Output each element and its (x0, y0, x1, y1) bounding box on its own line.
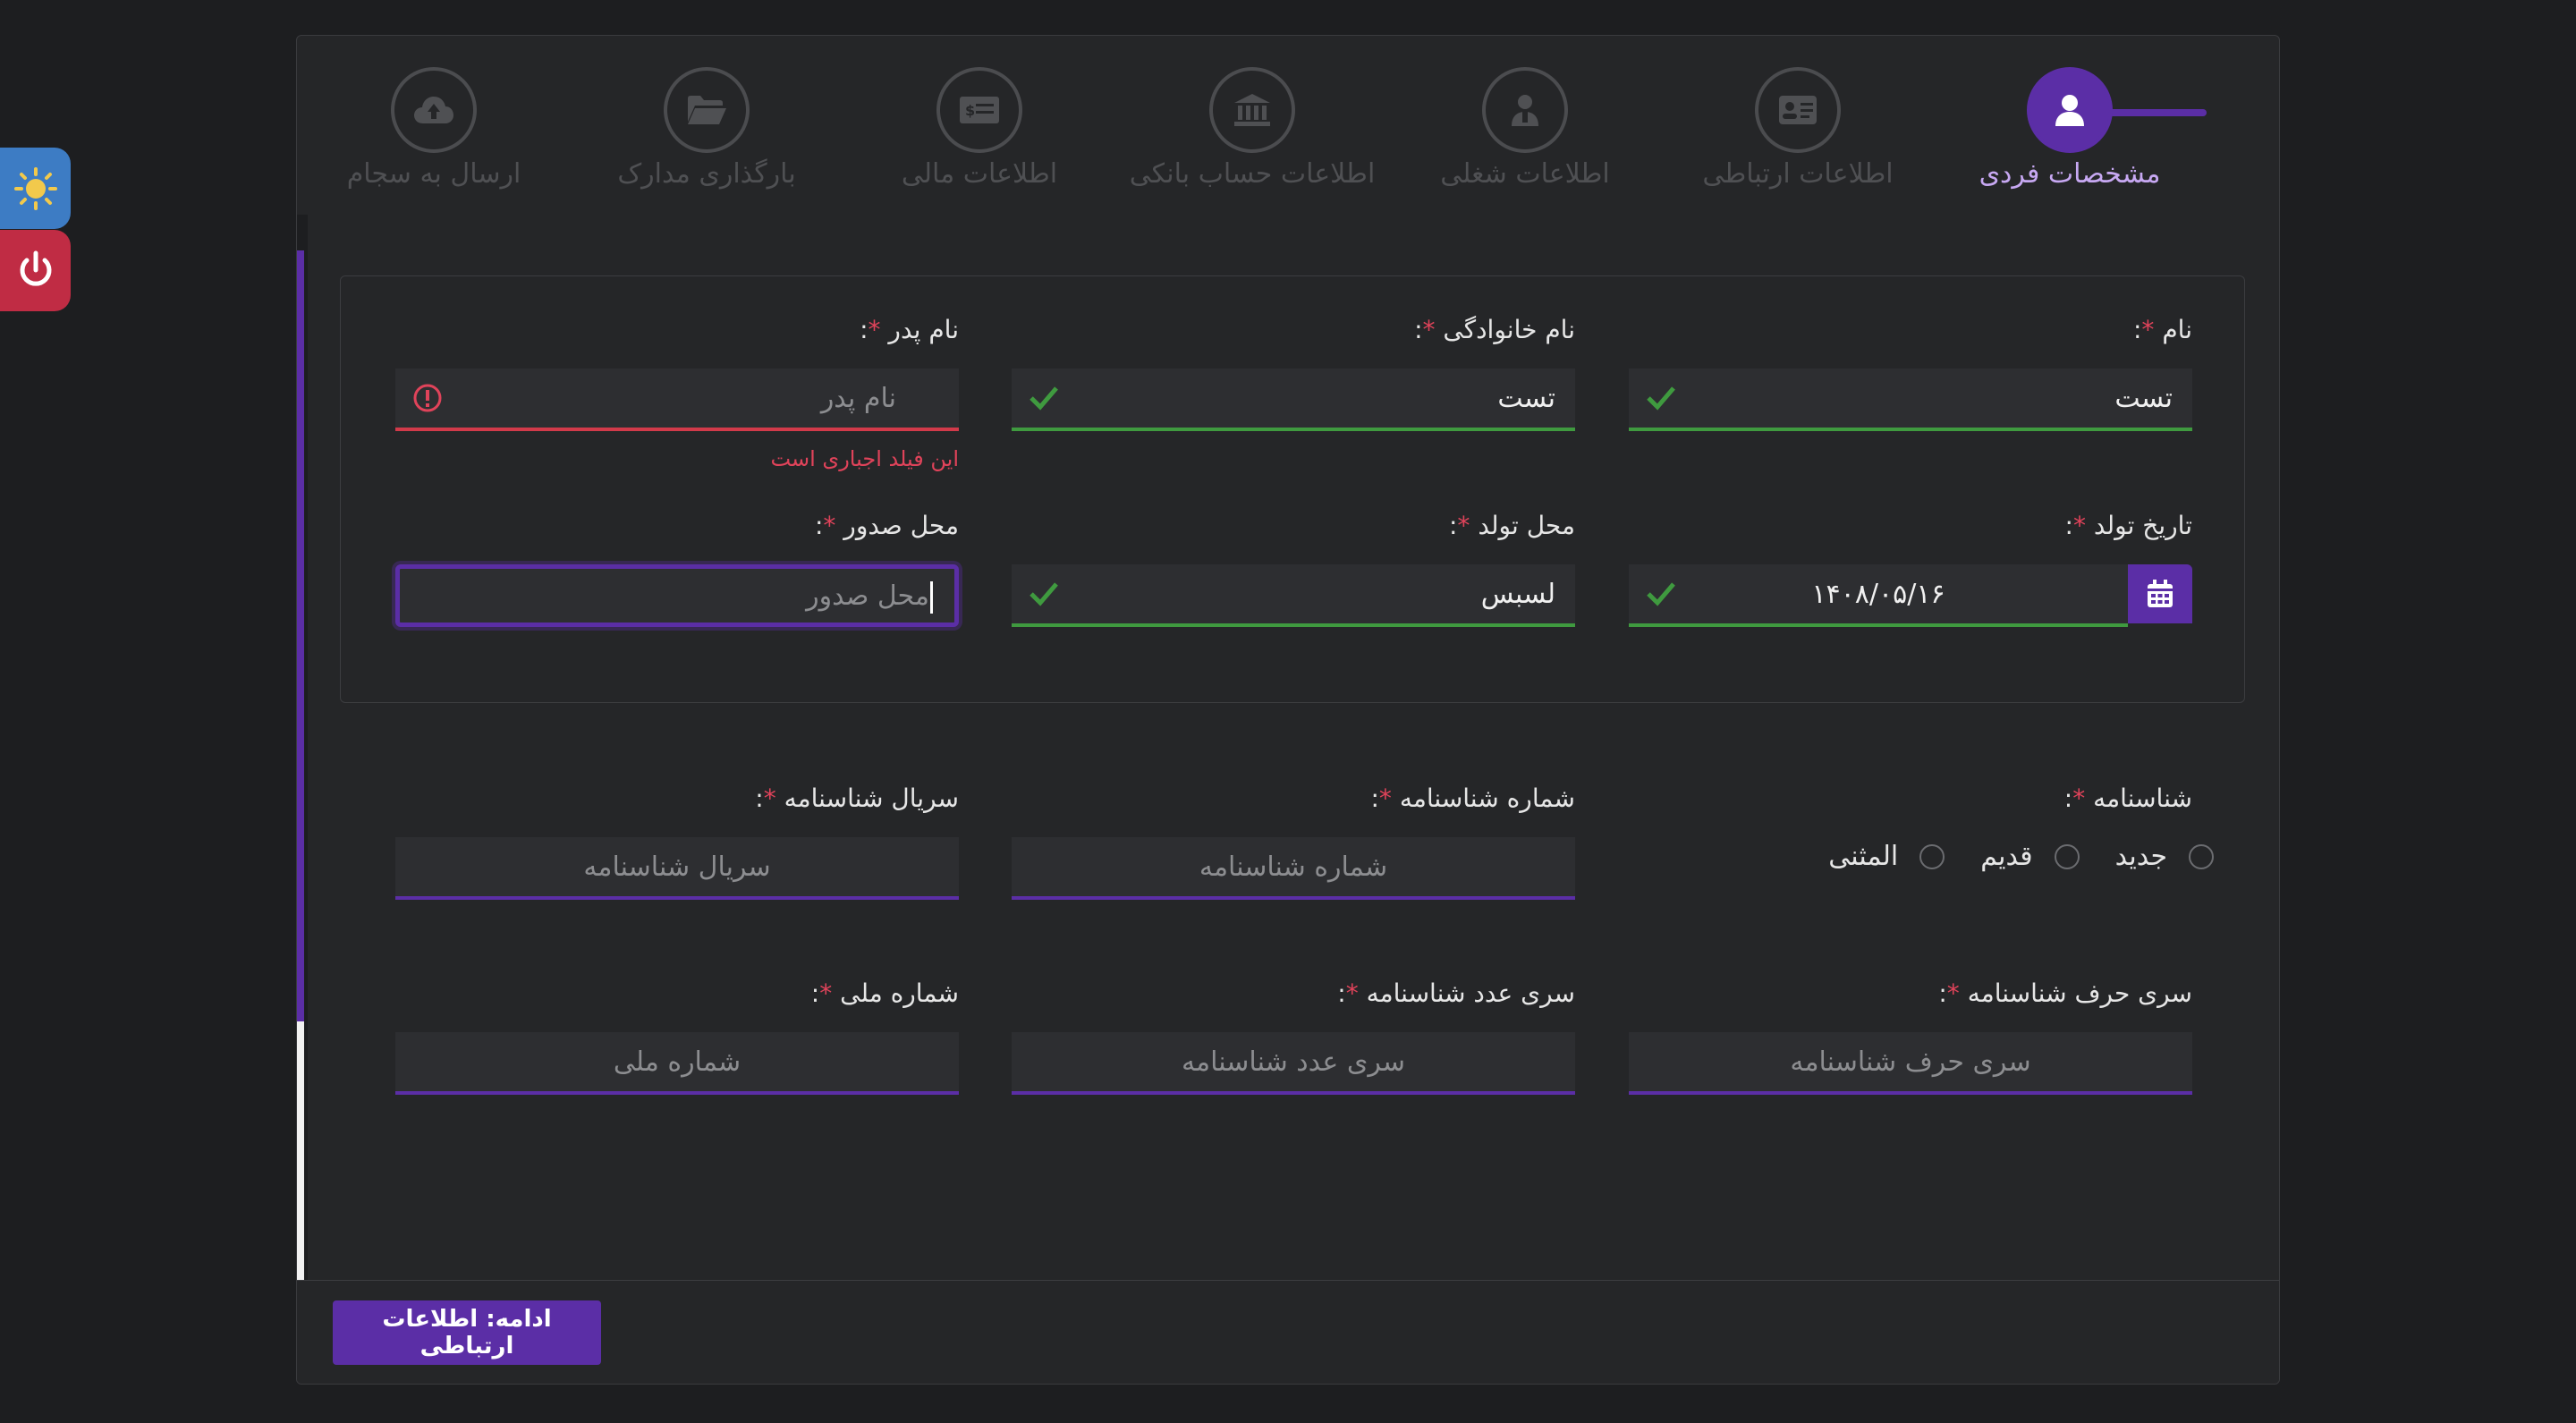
radio-button[interactable] (1919, 843, 1945, 869)
label-suffix: : (860, 315, 869, 344)
step-label: ارسال به سجام (346, 158, 521, 190)
father-name-error: این فیلد اجباری است (770, 446, 959, 471)
last-name-input[interactable] (1012, 368, 1575, 428)
radio-button[interactable] (2189, 843, 2214, 869)
wizard-footer: ادامه: اطلاعات ارتباطی (297, 1280, 2279, 1384)
step-label: مشخصات فردی (1979, 158, 2161, 190)
step-label: اطلاعات مالی (901, 158, 1058, 190)
step-financial-info[interactable]: $ اطلاعات مالی (845, 67, 1114, 190)
radio-option-old[interactable]: قدیم (1980, 841, 2080, 872)
personal-info-section (340, 275, 2245, 703)
field-label: تاریخ تولد (2093, 511, 2192, 540)
field-label: محل صدور (843, 511, 959, 540)
id-card-type-radio-group: جدید قدیم المثنی (1792, 841, 2214, 872)
check-icon (1030, 386, 1058, 411)
field-label: نام پدر (888, 315, 959, 344)
field-label: سریال شناسنامه (784, 783, 959, 813)
required-mark: * (819, 978, 833, 1008)
field-label: محل تولد (1478, 511, 1575, 540)
id-letter-series-input[interactable] (1629, 1032, 2192, 1091)
bank-icon (1234, 94, 1270, 126)
next-step-button[interactable]: ادامه: اطلاعات ارتباطی (333, 1300, 601, 1365)
field-label: سری عدد شناسنامه (1366, 978, 1575, 1008)
label-suffix: : (755, 783, 764, 813)
step-personal-info[interactable]: مشخصات فردی (1936, 67, 2204, 190)
job-icon (1512, 95, 1538, 126)
scrollbar-thumb[interactable] (297, 250, 304, 1021)
required-mark: * (2141, 315, 2155, 344)
contact-card-icon (1779, 96, 1817, 124)
id-number-input[interactable] (1012, 837, 1575, 896)
id-number-series-input[interactable] (1012, 1032, 1575, 1091)
cloud-upload-icon (414, 97, 453, 123)
first-name-input[interactable] (1629, 368, 2192, 428)
required-mark: * (1378, 783, 1392, 813)
required-mark: * (1946, 978, 1960, 1008)
folder-icon (688, 96, 726, 124)
radio-button[interactable] (2054, 843, 2080, 869)
radio-label: قدیم (1980, 841, 2033, 872)
step-bank-info[interactable]: اطلاعات حساب بانکی (1118, 67, 1386, 190)
label-suffix: : (1414, 315, 1423, 344)
label-suffix: : (810, 978, 820, 1008)
registration-wizard: مشخصات فردی اطلاعات ارتباطی اطلاعات شغلی… (296, 35, 2280, 1385)
required-mark: * (2072, 783, 2086, 813)
label-suffix: : (1370, 783, 1379, 813)
field-label: شناسنامه (2093, 783, 2192, 813)
father-name-input[interactable] (395, 368, 959, 428)
scrollbar-track (297, 1021, 304, 1297)
step-contact-info[interactable]: اطلاعات ارتباطی (1664, 67, 1932, 190)
field-label: شماره شناسنامه (1399, 783, 1575, 813)
theme-toggle-button[interactable] (0, 148, 71, 229)
label-suffix: : (814, 511, 824, 540)
required-mark: * (823, 511, 836, 540)
field-label: شماره ملی (840, 978, 959, 1008)
id-serial-input[interactable] (395, 837, 959, 896)
field-label: سری حرف شناسنامه (1967, 978, 2192, 1008)
issue-place-input[interactable] (400, 569, 954, 623)
wizard-steps: مشخصات فردی اطلاعات ارتباطی اطلاعات شغلی… (297, 36, 2279, 215)
form-scrollbar[interactable] (297, 215, 308, 1297)
radio-option-new[interactable]: جدید (2115, 841, 2214, 872)
label-suffix: : (2064, 511, 2073, 540)
calendar-button[interactable] (2128, 564, 2192, 623)
step-label: اطلاعات حساب بانکی (1129, 158, 1376, 190)
calendar-icon (2148, 580, 2173, 607)
logout-button[interactable] (0, 230, 71, 311)
step-upload-documents[interactable]: بارگذاری مدارک (572, 67, 841, 190)
required-mark: * (763, 783, 776, 813)
national-code-input[interactable] (395, 1032, 959, 1091)
power-icon (20, 250, 51, 286)
step-label: اطلاعات ارتباطی (1702, 158, 1894, 190)
text-cursor (930, 581, 933, 614)
required-mark: * (1422, 315, 1436, 344)
radio-option-duplicate[interactable]: المثنی (1828, 841, 1945, 872)
label-suffix: : (2132, 315, 2142, 344)
sun-icon (13, 166, 57, 210)
radio-label: المثنی (1828, 841, 1899, 872)
field-label: نام خانوادگی (1443, 315, 1575, 344)
birth-place-input[interactable] (1012, 564, 1575, 623)
step-label: بارگذاری مدارک (617, 158, 796, 190)
check-icon (1030, 582, 1058, 606)
money-icon: $ (960, 97, 999, 123)
error-icon (413, 384, 442, 412)
label-suffix: : (2063, 783, 2073, 813)
label-suffix: : (1337, 978, 1346, 1008)
check-icon (1647, 386, 1675, 411)
user-icon (2055, 95, 2084, 126)
step-send-to-sejam[interactable]: ارسال به سجام (300, 67, 568, 190)
field-label: نام (2162, 315, 2192, 344)
step-label: اطلاعات شغلی (1440, 158, 1610, 190)
label-suffix: : (1448, 511, 1458, 540)
radio-label: جدید (2114, 841, 2167, 872)
required-mark: * (1345, 978, 1359, 1008)
label-suffix: : (1938, 978, 1947, 1008)
svg-text:$: $ (965, 102, 975, 119)
required-mark: * (868, 315, 881, 344)
required-mark: * (2072, 511, 2086, 540)
step-job-info[interactable]: اطلاعات شغلی (1391, 67, 1659, 190)
required-mark: * (1457, 511, 1470, 540)
